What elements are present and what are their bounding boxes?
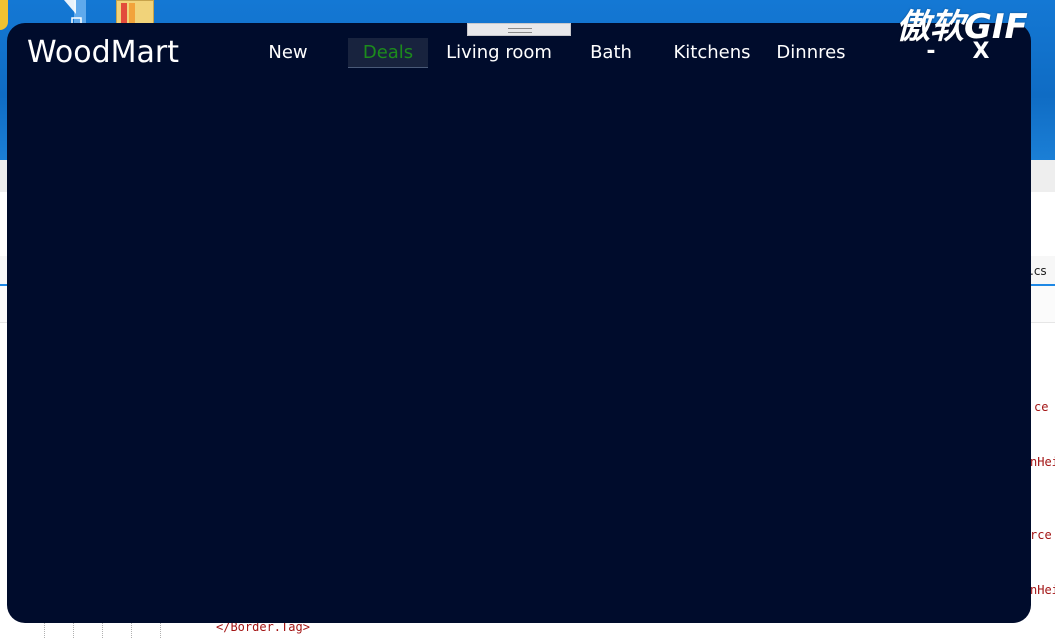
nav-item-dinnres[interactable]: Dinnres bbox=[771, 38, 851, 68]
window-drag-handle[interactable] bbox=[467, 23, 571, 36]
brand-logo: WoodMart bbox=[27, 35, 180, 70]
nav-item-kitchens[interactable]: Kitchens bbox=[667, 38, 757, 68]
code-fragment: rce bbox=[1030, 528, 1052, 542]
nav-item-living-room[interactable]: Living room bbox=[443, 38, 555, 68]
code-fragment: nHei bbox=[1030, 455, 1055, 469]
watermark-text: 傲软GIF bbox=[896, 7, 1028, 47]
screen: .cs ce nHei rce nHei </Border.Tag> WoodM… bbox=[0, 0, 1055, 638]
nav-item-deals[interactable]: Deals bbox=[348, 38, 428, 68]
nav-item-bath[interactable]: Bath bbox=[577, 38, 645, 68]
code-fragment: ce bbox=[1034, 400, 1049, 414]
desktop-app-icon[interactable] bbox=[0, 0, 8, 30]
code-fragment: nHei bbox=[1030, 583, 1055, 597]
file-tab[interactable]: .cs bbox=[1030, 264, 1047, 278]
nav-item-new[interactable]: New bbox=[252, 38, 324, 68]
app-window: WoodMart New Deals Living room Bath Kitc… bbox=[7, 23, 1031, 623]
